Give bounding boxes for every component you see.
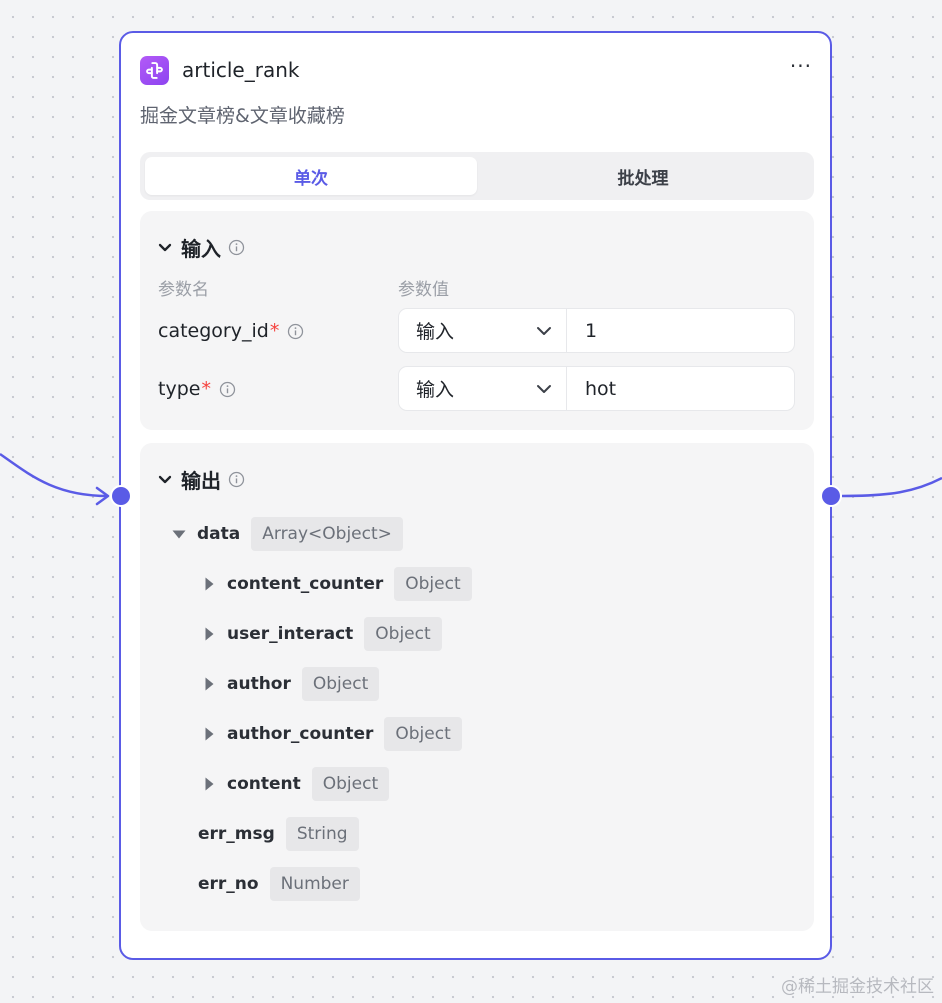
chevron-down-icon[interactable] <box>158 475 172 485</box>
value-source-select[interactable]: 输入 <box>399 309 567 352</box>
chevron-down-icon[interactable] <box>158 243 172 253</box>
output-panel-header[interactable]: 输出 <box>158 465 245 494</box>
output-field-name: user_interact <box>227 624 354 644</box>
output-field-name: author <box>227 674 291 694</box>
required-marker: * <box>269 320 280 342</box>
incoming-edge-arrow <box>95 486 110 506</box>
mode-tabs: 单次 批处理 <box>140 152 814 200</box>
info-icon[interactable] <box>287 323 304 340</box>
chevron-down-icon <box>536 384 552 394</box>
chevron-down-icon <box>536 326 552 336</box>
type-tag: Object <box>364 617 442 651</box>
param-value-input: 输入 1 <box>398 308 795 353</box>
output-section-title: 输出 <box>181 469 221 493</box>
output-field-err-msg: err_msg String <box>198 817 359 851</box>
param-name-text: category_id <box>158 320 269 342</box>
tab-single[interactable]: 单次 <box>145 157 477 195</box>
caret-down-icon[interactable] <box>172 530 186 539</box>
param-row-type: type * 输入 hot <box>158 366 796 412</box>
type-tag: Object <box>394 567 472 601</box>
caret-right-icon[interactable] <box>202 627 216 641</box>
info-icon[interactable] <box>228 239 245 256</box>
output-field-name: err_msg <box>198 824 275 844</box>
type-tag: Number <box>269 867 360 901</box>
caret-right-icon[interactable] <box>202 727 216 741</box>
output-field-name: content <box>227 774 301 794</box>
incoming-edge <box>0 452 109 498</box>
param-name: type * <box>158 366 236 412</box>
value-source-label: 输入 <box>416 379 455 401</box>
type-tag: Object <box>311 767 390 801</box>
param-value-field[interactable]: hot <box>567 367 794 410</box>
info-icon[interactable] <box>228 471 245 488</box>
param-row-category-id: category_id * 输入 1 <box>158 308 796 354</box>
caret-right-icon[interactable] <box>202 677 216 691</box>
node-title: article_rank <box>182 58 300 82</box>
input-port[interactable] <box>110 485 132 507</box>
input-panel-header[interactable]: 输入 <box>158 233 245 262</box>
param-name: category_id * <box>158 308 304 354</box>
info-icon[interactable] <box>219 381 236 398</box>
param-name-text: type <box>158 378 201 400</box>
node-header: article_rank ··· <box>140 52 812 88</box>
param-name-column-label: 参数名 <box>158 280 209 300</box>
value-source-label: 输入 <box>416 321 455 343</box>
required-marker: * <box>201 378 211 400</box>
outgoing-edge <box>841 476 942 498</box>
type-tag: Object <box>384 717 462 751</box>
plugin-node-card[interactable]: article_rank ··· 掘金文章榜&文章收藏榜 单次 批处理 输入 参… <box>119 31 832 960</box>
value-source-select[interactable]: 输入 <box>399 367 567 410</box>
caret-right-icon[interactable] <box>202 777 216 791</box>
watermark: @稀土掘金技术社区 <box>781 977 934 997</box>
output-field-content-counter[interactable]: content_counter Object <box>202 567 472 601</box>
output-field-name: data <box>197 524 241 544</box>
output-field-user-interact[interactable]: user_interact Object <box>202 617 442 651</box>
output-field-name: author_counter <box>227 724 374 744</box>
input-panel: 输入 参数名 参数值 category_id * 输入 1 type * 输入 … <box>140 211 814 430</box>
param-value-field[interactable]: 1 <box>567 309 794 352</box>
output-field-err-no: err_no Number <box>198 867 360 901</box>
more-options-icon[interactable]: ··· <box>790 56 812 84</box>
output-panel: 输出 data Array<Object> content_counter Ob… <box>140 443 814 931</box>
output-field-name: err_no <box>198 874 259 894</box>
output-port[interactable] <box>820 485 842 507</box>
input-section-title: 输入 <box>181 237 221 261</box>
param-value-input: 输入 hot <box>398 366 795 411</box>
output-field-data[interactable]: data Array<Object> <box>172 517 403 551</box>
param-value-column-label: 参数值 <box>398 280 449 300</box>
tab-batch[interactable]: 批处理 <box>477 157 809 195</box>
output-field-author[interactable]: author Object <box>202 667 380 701</box>
output-field-content[interactable]: content Object <box>202 767 390 801</box>
plugin-icon <box>140 55 169 85</box>
type-tag: Object <box>301 667 380 701</box>
type-tag: Array<Object> <box>251 517 403 551</box>
caret-right-icon[interactable] <box>202 577 216 591</box>
node-description: 掘金文章榜&文章收藏榜 <box>140 105 345 127</box>
output-field-author-counter[interactable]: author_counter Object <box>202 717 462 751</box>
type-tag: String <box>285 817 359 851</box>
output-field-name: content_counter <box>227 574 384 594</box>
